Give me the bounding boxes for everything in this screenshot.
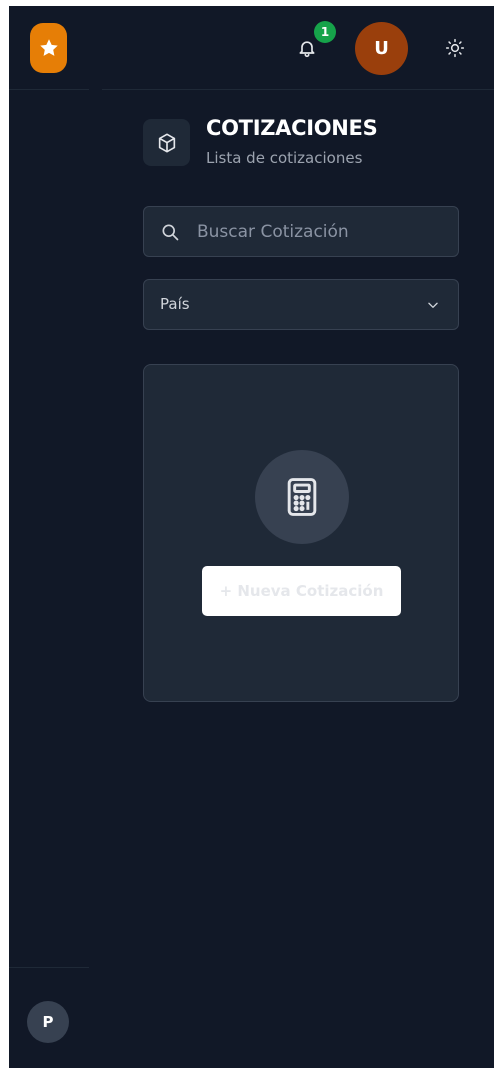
empty-state-icon-circle [255,450,349,544]
notifications-button[interactable] [295,36,319,60]
cube-icon [158,132,175,153]
page-icon [143,119,190,166]
user-initial: U [374,38,389,59]
page-title: COTIZACIONES [206,116,378,140]
chevron-down-icon [428,302,438,308]
sidebar: P [9,6,89,1068]
search-box [143,206,459,257]
bell-icon [299,41,315,58]
star-icon [39,39,58,56]
sidebar-divider [9,967,89,968]
notification-badge: 1 [314,21,336,43]
search-input[interactable] [197,207,447,256]
sidebar-user-avatar[interactable]: P [27,1001,69,1043]
sidebar-user-initial: P [42,1013,54,1031]
new-quote-button[interactable]: + Nueva Cotización [202,566,401,616]
country-select[interactable]: País [143,279,459,330]
theme-toggle-button[interactable] [443,36,467,60]
app-shell: P 1 U COTIZACIONES Lista de cotizaciones [9,6,494,1068]
sun-icon [445,38,465,58]
country-select-label: País [160,295,190,313]
sidebar-divider [9,89,89,90]
notification-count: 1 [320,25,330,39]
user-avatar[interactable]: U [355,22,408,75]
calculator-icon [287,478,317,516]
app-logo[interactable] [30,23,67,73]
search-icon [162,224,179,241]
header-divider [102,89,494,90]
page-subtitle: Lista de cotizaciones [206,149,363,167]
empty-state-card: + Nueva Cotización [143,364,459,702]
